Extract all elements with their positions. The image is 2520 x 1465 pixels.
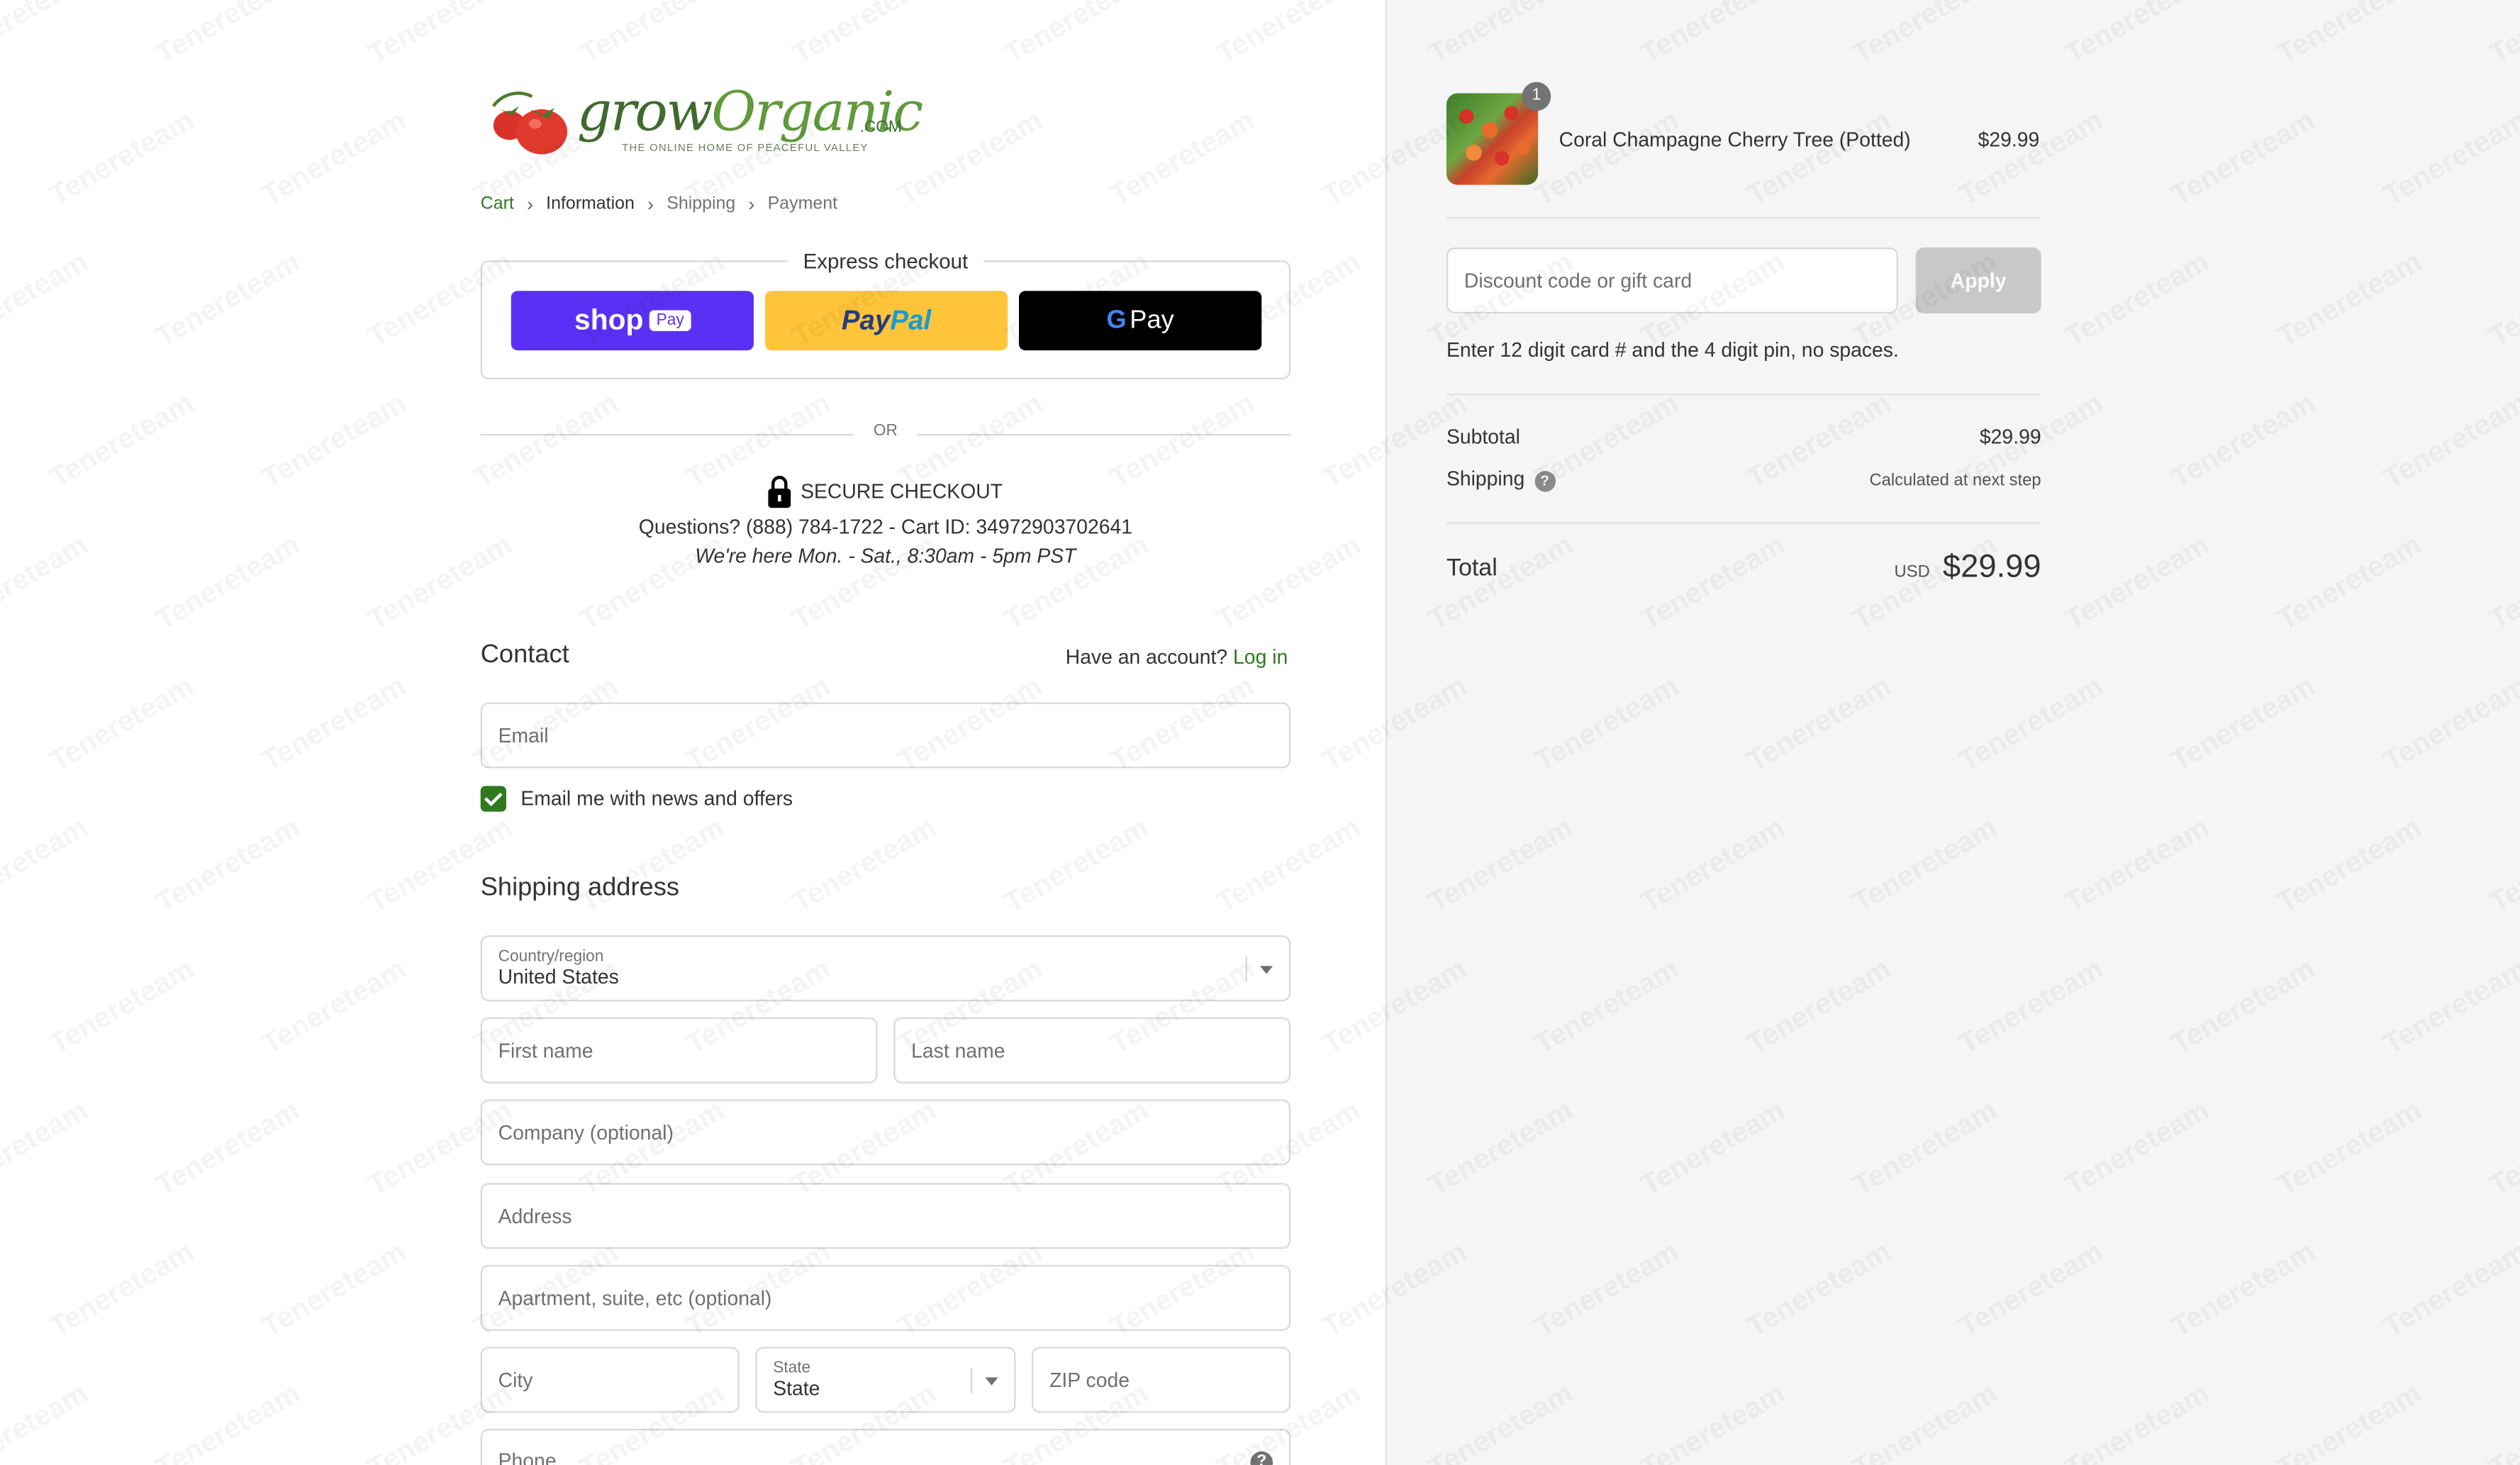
state-value: State (773, 1377, 820, 1400)
secure-checkout-block: SECURE CHECKOUT Questions? (888) 784-172… (481, 475, 1290, 568)
apartment-placeholder: Apartment, suite, etc (optional) (498, 1286, 772, 1310)
email-placeholder: Email (498, 724, 549, 747)
select-divider (971, 1367, 973, 1394)
secure-questions: Questions? (888) 784-1722 - Cart ID: 349… (638, 516, 1132, 539)
shipping-label-wrap: Shipping? (1446, 467, 1556, 492)
chevron-down-icon (985, 1377, 998, 1386)
total-label: Total (1446, 554, 1498, 582)
product-price: $29.99 (1978, 128, 2040, 152)
gift-card-hint: Enter 12 digit card # and the 4 digit pi… (1446, 339, 1899, 362)
question-icon[interactable]: ? (1534, 471, 1556, 492)
express-title: Express checkout (786, 249, 984, 274)
breadcrumb-payment: Payment (767, 194, 838, 214)
shop-pay-wordmark: shop (574, 303, 644, 336)
secure-title-row: SECURE CHECKOUT (481, 475, 1290, 508)
divider-line (918, 433, 1291, 436)
phone-placeholder: Phone (498, 1449, 557, 1465)
shipping-label: Shipping (1446, 467, 1525, 491)
newsletter-checkbox[interactable] (480, 786, 506, 812)
first-name-placeholder: First name (498, 1039, 593, 1062)
chevron-right-icon: › (526, 192, 534, 216)
login-link[interactable]: Log in (1233, 646, 1288, 669)
secure-hours: We're here Mon. - Sat., 8:30am - 5pm PST (695, 545, 1076, 568)
summary-divider (1446, 394, 2041, 396)
order-summary-panel (1385, 0, 2520, 1465)
last-name-field[interactable]: Last name (893, 1017, 1291, 1084)
total-value: $29.99 (1942, 550, 2041, 586)
city-placeholder: City (498, 1369, 533, 1391)
chevron-right-icon: › (748, 192, 755, 216)
zip-placeholder: ZIP code (1049, 1369, 1130, 1391)
total-row: Total USD $29.99 (1446, 550, 2041, 586)
total-amount-wrap: USD $29.99 (1895, 550, 2041, 586)
select-divider (1245, 956, 1247, 982)
discount-code-field[interactable]: Discount code or gift card (1446, 247, 1898, 313)
chevron-right-icon: › (647, 192, 654, 216)
breadcrumb-information: Information (546, 194, 635, 214)
apartment-field[interactable]: Apartment, suite, etc (optional) (480, 1264, 1291, 1331)
newsletter-label: Email me with news and offers (520, 787, 793, 811)
currency-code: USD (1894, 562, 1930, 582)
product-name: Coral Champagne Cherry Tree (Potted) (1559, 128, 1911, 152)
chevron-down-icon (1260, 966, 1273, 974)
address-field[interactable]: Address (480, 1183, 1291, 1249)
country-select[interactable]: Country/region United States (480, 935, 1291, 1002)
city-field[interactable]: City (480, 1347, 740, 1413)
company-field[interactable]: Company (optional) (480, 1099, 1291, 1166)
contact-heading: Contact (480, 641, 569, 669)
newsletter-checkbox-row[interactable]: Email me with news and offers (480, 786, 793, 812)
first-name-field[interactable]: First name (480, 1017, 878, 1084)
express-title-wrap: Express checkout (482, 247, 1289, 277)
apply-button[interactable]: Apply (1915, 247, 2041, 313)
product-thumbnail (1446, 93, 1539, 185)
secure-title: SECURE CHECKOUT (801, 480, 1003, 503)
summary-divider (1446, 216, 2041, 219)
tomato-logo-icon (492, 91, 568, 155)
logo-com: .COM (859, 118, 902, 137)
shipping-value: Calculated at next step (1869, 469, 2041, 490)
paypal-wordmark: PayPal (841, 304, 932, 335)
paypal-button[interactable]: PayPal (764, 291, 1008, 351)
state-label: State (773, 1359, 811, 1378)
quantity-badge: 1 (1522, 82, 1551, 111)
breadcrumb: Cart › Information › Shipping › Payment (481, 193, 837, 216)
lock-icon (768, 475, 791, 508)
google-pay-button[interactable]: G Pay (1019, 291, 1262, 351)
summary-divider (1446, 522, 2041, 524)
subtotal-row: Subtotal $29.99 (1446, 426, 2041, 449)
or-label: OR (873, 423, 898, 441)
discount-placeholder: Discount code or gift card (1464, 269, 1693, 292)
last-name-placeholder: Last name (911, 1039, 1005, 1062)
logo-tagline: THE ONLINE HOME OF PEACEFUL VALLEY (622, 143, 869, 155)
shipping-row: Shipping? Calculated at next step (1446, 468, 2041, 492)
account-prompt: Have an account? Log in (1066, 646, 1288, 669)
account-prompt-text: Have an account? (1065, 646, 1228, 669)
country-value: United States (498, 966, 619, 988)
shipping-heading: Shipping address (480, 874, 679, 902)
country-label: Country/region (498, 948, 604, 967)
subtotal-value: $29.99 (1979, 425, 2041, 449)
subtotal-label: Subtotal (1446, 425, 1520, 449)
company-placeholder: Company (optional) (498, 1120, 674, 1144)
shop-pay-badge: Pay (649, 310, 691, 331)
phone-field[interactable]: Phone ? (480, 1429, 1291, 1465)
checkout-main: growOrganic .COM THE ONLINE HOME OF PEAC… (0, 0, 1386, 1465)
question-icon[interactable]: ? (1250, 1451, 1273, 1465)
shop-pay-button[interactable]: shop Pay (511, 291, 754, 351)
state-select[interactable]: State State (755, 1347, 1016, 1413)
email-field[interactable]: Email (480, 702, 1291, 769)
address-placeholder: Address (498, 1204, 572, 1227)
breadcrumb-shipping: Shipping (667, 194, 736, 214)
google-g-icon: G (1106, 306, 1127, 334)
breadcrumb-cart[interactable]: Cart (481, 194, 514, 213)
or-divider: OR (480, 423, 1291, 445)
groworganic-logo[interactable]: growOrganic .COM THE ONLINE HOME OF PEAC… (481, 77, 923, 167)
zip-field[interactable]: ZIP code (1032, 1347, 1291, 1413)
google-pay-label: Pay (1130, 306, 1174, 334)
express-checkout: Express checkout shop Pay PayPal G Pay (480, 249, 1291, 379)
